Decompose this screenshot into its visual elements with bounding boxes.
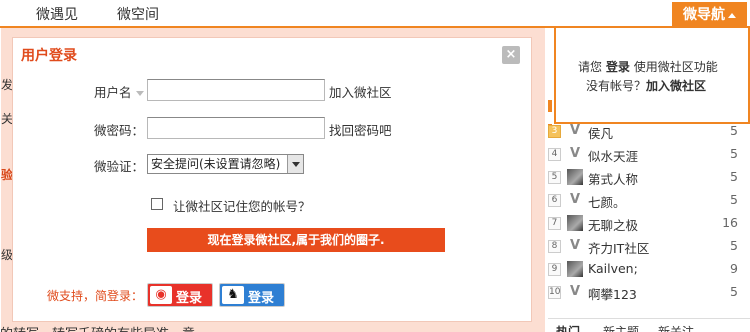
remember-checkbox[interactable] <box>151 198 163 210</box>
verify-select[interactable]: 安全提问(未设置请忽略) <box>147 154 304 174</box>
default-avatar-v-icon[interactable]: V <box>567 238 583 254</box>
password-input[interactable] <box>147 117 325 139</box>
guide-popup: 请您 登录 使用微社区功能 没有帐号？加入微社区 <box>554 28 750 124</box>
rank-row[interactable]: 10 V 啊攀123 5 <box>548 282 738 302</box>
rank-number: 4 <box>548 148 561 161</box>
weibo-icon: ◉ <box>150 286 172 304</box>
rank-row[interactable]: 7 无聊之极 16 <box>548 213 738 233</box>
remember-label[interactable]: 让微社区记住您的帐号？ <box>173 196 311 215</box>
nav-guide-label: 微导航 <box>683 7 725 23</box>
rank-user-name[interactable]: 七颜。 <box>588 192 626 211</box>
caret-up-icon <box>728 12 736 18</box>
rank-number: 10 <box>548 286 561 299</box>
rank-score: 5 <box>730 123 738 138</box>
username-label-text: 用户名 <box>94 85 132 100</box>
verify-label: 微验证： <box>94 159 145 174</box>
rank-number: 6 <box>548 194 561 207</box>
guide-login-link[interactable]: 登录 <box>606 60 630 74</box>
user-avatar[interactable] <box>567 215 583 231</box>
rank-score: 5 <box>730 284 738 299</box>
guide-join-line: 没有帐号？加入微社区 <box>586 77 706 94</box>
nav-guide-button[interactable]: 微导航 <box>672 2 747 28</box>
bottom-tab-bar: 热门 新主题 新关注 <box>548 318 750 332</box>
rank-score: 5 <box>730 146 738 161</box>
rank-row[interactable]: 5 第式人称 5 <box>548 167 738 187</box>
top-nav-bar: 微遇见 微空间 <box>0 0 750 28</box>
rank-score: 5 <box>730 169 738 184</box>
rank-user-name[interactable]: 似水天涯 <box>588 146 638 165</box>
qq-penguin-icon: ♞ <box>222 286 244 304</box>
default-avatar-v-icon[interactable]: V <box>567 284 583 300</box>
forgot-password-link[interactable]: 找回密码吧 <box>329 120 392 139</box>
orange-marker <box>548 100 552 112</box>
chevron-down-icon <box>135 91 144 96</box>
rank-row[interactable]: 3 V 侯凡 5 <box>548 121 738 141</box>
username-label[interactable]: 用户名 <box>94 82 144 101</box>
rank-number: 9 <box>548 263 561 276</box>
nav-item-meet[interactable]: 微遇见 <box>36 4 78 24</box>
login-dialog: 用户登录 × 用户名 加入微社区 微密码： 找回密码吧 微验证： 安全提问(未设… <box>12 37 532 322</box>
qq-login-label: 登录 <box>248 291 275 306</box>
qq-login-button[interactable]: ♞ 登录 <box>219 283 285 307</box>
rank-user-name[interactable]: 齐力IT社区 <box>588 238 649 257</box>
default-avatar-v-icon[interactable]: V <box>567 146 583 162</box>
guide-login-line: 请您 登录 使用微社区功能 <box>578 58 718 75</box>
rank-user-name[interactable]: 第式人称 <box>588 169 638 188</box>
rank-user-name[interactable]: 啊攀123 <box>588 284 637 303</box>
tab-new-follows[interactable]: 新关注 <box>658 323 694 332</box>
rank-number: 5 <box>548 171 561 184</box>
tab-hot[interactable]: 热门 <box>556 323 580 332</box>
tab-new-topics[interactable]: 新主题 <box>603 323 639 332</box>
guide-no-account: 没有帐号？ <box>586 79 647 93</box>
rank-user-name[interactable]: 侯凡 <box>588 123 613 142</box>
dialog-title: 用户登录 <box>21 48 77 64</box>
rank-row[interactable]: 4 V 似水天涯 5 <box>548 144 738 164</box>
user-avatar[interactable] <box>567 169 583 185</box>
nav-item-space[interactable]: 微空间 <box>117 4 159 24</box>
rank-row[interactable]: 6 V 七颜。 5 <box>548 190 738 210</box>
rank-score: 5 <box>730 238 738 253</box>
rank-user-name[interactable]: 无聊之极 <box>588 215 638 234</box>
user-avatar[interactable] <box>567 261 583 277</box>
weibo-login-button[interactable]: ◉ 登录 <box>147 283 213 307</box>
guide-prefix: 请您 <box>578 60 603 74</box>
rank-score: 9 <box>730 261 738 276</box>
default-avatar-v-icon[interactable]: V <box>567 192 583 208</box>
dropdown-arrow-icon <box>287 155 303 173</box>
password-label: 微密码： <box>94 123 145 138</box>
rank-number: 7 <box>548 217 561 230</box>
close-icon[interactable]: × <box>502 46 520 64</box>
rank-row[interactable]: 8 V 齐力IT社区 5 <box>548 236 738 256</box>
background-text: 的转写，转写千磅的有些导准。意 <box>0 323 195 332</box>
rank-score: 16 <box>722 215 738 230</box>
rank-number: 8 <box>548 240 561 253</box>
default-avatar-v-icon[interactable]: V <box>567 123 583 139</box>
rank-row[interactable]: 9 Kailven; 9 <box>548 259 738 279</box>
join-link[interactable]: 加入微社区 <box>329 82 392 101</box>
social-login-label: 微支持，简登录： <box>47 289 144 303</box>
verify-selected-value: 安全提问(未设置请忽略) <box>151 157 281 171</box>
weibo-login-label: 登录 <box>176 291 203 306</box>
rank-score: 5 <box>730 192 738 207</box>
login-button[interactable]: 现在登录微社区,属于我们的圈子. <box>147 228 445 252</box>
guide-join-link[interactable]: 加入微社区 <box>646 79 706 93</box>
rank-user-name[interactable]: Kailven; <box>588 261 638 276</box>
username-input[interactable] <box>147 79 325 101</box>
guide-suffix: 使用微社区功能 <box>633 60 718 74</box>
rank-number: 3 <box>548 125 561 138</box>
